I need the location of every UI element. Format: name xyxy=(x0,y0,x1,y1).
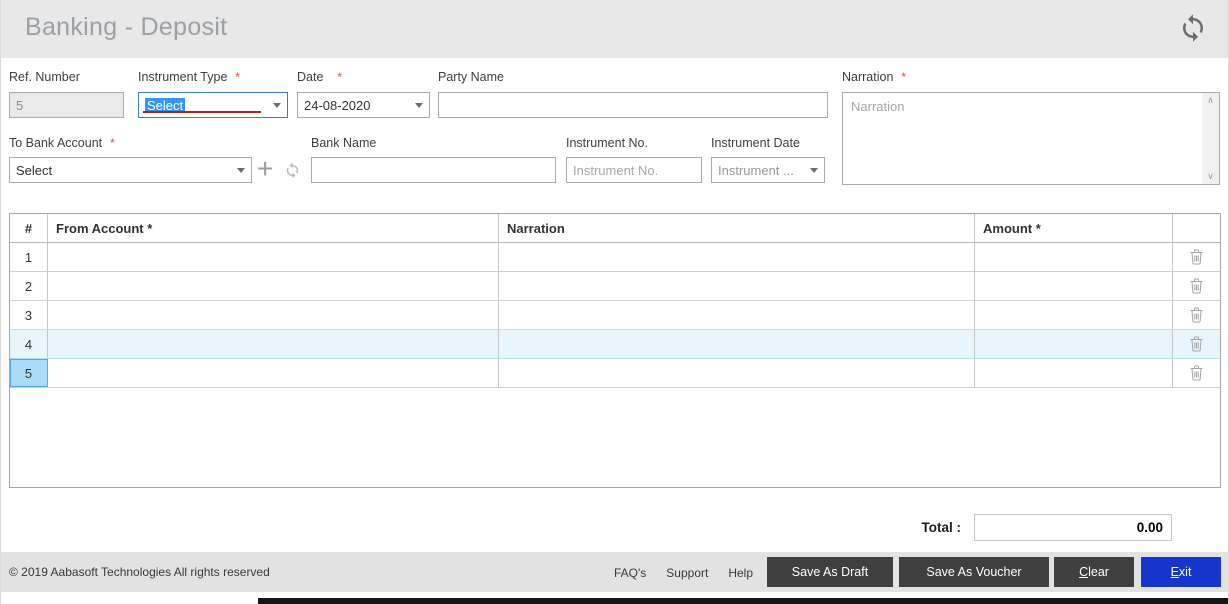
col-header-actions xyxy=(1173,214,1220,242)
help-link[interactable]: Help xyxy=(728,566,753,580)
delete-row-button[interactable] xyxy=(1173,330,1220,358)
required-asterisk: * xyxy=(235,70,241,84)
row-selector-cell[interactable]: 4 xyxy=(10,330,48,358)
narration-cell[interactable] xyxy=(499,243,975,271)
from-account-cell[interactable] xyxy=(48,301,499,329)
instrument-no-label: Instrument No. xyxy=(566,136,648,150)
narration-placeholder: Narration xyxy=(851,99,905,114)
chevron-down-icon xyxy=(415,102,423,108)
instrument-date-dropdown[interactable]: Instrument ... xyxy=(711,157,825,183)
delete-row-button[interactable] xyxy=(1173,243,1220,271)
narration-cell[interactable] xyxy=(499,301,975,329)
copyright-text: © 2019 Aabasoft Technologies All rights … xyxy=(9,565,270,579)
bank-name-input[interactable] xyxy=(311,157,556,183)
header-bar: Banking - Deposit xyxy=(1,0,1228,58)
total-label: Total : xyxy=(921,520,962,535)
table-row: 3 xyxy=(10,301,1220,330)
col-header-index: # xyxy=(10,214,48,242)
trash-icon xyxy=(1190,278,1203,294)
support-link[interactable]: Support xyxy=(666,566,708,580)
narration-cell[interactable] xyxy=(499,359,975,387)
reload-accounts-icon[interactable] xyxy=(284,162,301,179)
date-dropdown[interactable]: 24-08-2020 xyxy=(297,92,430,118)
exit-button[interactable]: Exit xyxy=(1141,557,1221,587)
row-selector-cell[interactable]: 2 xyxy=(10,272,48,300)
chevron-down-icon xyxy=(810,167,818,173)
ref-number-input xyxy=(9,92,124,118)
required-asterisk: * xyxy=(110,136,115,150)
row-selector-cell[interactable]: 3 xyxy=(10,301,48,329)
grid-header-row: # From Account * Narration Amount * xyxy=(10,214,1220,243)
narration-cell[interactable] xyxy=(499,272,975,300)
from-account-cell[interactable] xyxy=(48,330,499,358)
bank-name-label: Bank Name xyxy=(311,136,377,150)
instrument-no-input[interactable] xyxy=(566,157,702,183)
amount-cell[interactable] xyxy=(975,243,1173,271)
narration-label: Narration * xyxy=(842,70,907,84)
ref-number-label: Ref. Number xyxy=(9,70,80,84)
table-row: 1 xyxy=(10,243,1220,272)
party-name-label: Party Name xyxy=(438,70,504,84)
from-account-cell[interactable] xyxy=(48,272,499,300)
narration-cell[interactable] xyxy=(499,330,975,358)
footer-bar: © 2019 Aabasoft Technologies All rights … xyxy=(1,552,1228,592)
refresh-icon[interactable] xyxy=(1178,13,1208,43)
narration-textarea[interactable]: Narration ∧ ∨ xyxy=(842,92,1220,185)
required-asterisk: * xyxy=(337,70,343,84)
taskbar-edge xyxy=(258,598,1228,604)
col-header-from-account: From Account * xyxy=(48,214,499,242)
instrument-type-label: Instrument Type * xyxy=(138,70,241,84)
scroll-down-icon[interactable]: ∨ xyxy=(1207,172,1214,181)
party-name-input[interactable] xyxy=(438,92,828,118)
chevron-down-icon xyxy=(273,102,281,108)
deposit-lines-grid: # From Account * Narration Amount * 1 2 xyxy=(9,213,1221,488)
from-account-cell[interactable] xyxy=(48,243,499,271)
clear-button[interactable]: Clear xyxy=(1054,557,1134,587)
delete-row-button[interactable] xyxy=(1173,272,1220,300)
page-title: Banking - Deposit xyxy=(25,13,228,41)
instrument-date-label: Instrument Date xyxy=(711,136,800,150)
footer-links: FAQ's Support Help xyxy=(614,566,753,580)
amount-cell[interactable] xyxy=(975,301,1173,329)
amount-cell[interactable] xyxy=(975,272,1173,300)
required-asterisk: * xyxy=(901,70,907,84)
date-label: Date * xyxy=(297,70,343,84)
validation-error-underline xyxy=(143,111,261,113)
instrument-type-dropdown[interactable]: Select xyxy=(138,92,288,118)
total-input xyxy=(974,514,1172,541)
trash-icon xyxy=(1190,336,1203,352)
scrollbar[interactable]: ∧ ∨ xyxy=(1202,93,1219,184)
table-row: 2 xyxy=(10,272,1220,301)
trash-icon xyxy=(1190,365,1203,381)
save-as-draft-button[interactable]: Save As Draft xyxy=(767,557,893,587)
save-as-voucher-button[interactable]: Save As Voucher xyxy=(899,557,1049,587)
delete-row-button[interactable] xyxy=(1173,359,1220,387)
row-selector-cell-selected[interactable]: 5 xyxy=(10,359,48,387)
amount-cell[interactable] xyxy=(975,359,1173,387)
to-bank-account-dropdown[interactable]: Select xyxy=(9,157,252,183)
add-account-icon[interactable]: + xyxy=(257,155,273,183)
scroll-up-icon[interactable]: ∧ xyxy=(1207,96,1214,105)
row-selector-cell[interactable]: 1 xyxy=(10,243,48,271)
table-row-highlighted: 4 xyxy=(10,330,1220,359)
table-row-selected: 5 xyxy=(10,359,1220,388)
delete-row-button[interactable] xyxy=(1173,301,1220,329)
chevron-down-icon xyxy=(237,167,245,173)
faqs-link[interactable]: FAQ's xyxy=(614,566,646,580)
trash-icon xyxy=(1190,249,1203,265)
banking-deposit-window: Banking - Deposit Ref. Number Instrument… xyxy=(0,0,1229,604)
col-header-narration: Narration xyxy=(499,214,975,242)
from-account-cell[interactable] xyxy=(48,359,499,387)
trash-icon xyxy=(1190,307,1203,323)
col-header-amount: Amount * xyxy=(975,214,1173,242)
amount-cell[interactable] xyxy=(975,330,1173,358)
to-bank-account-label: To Bank Account * xyxy=(9,136,115,150)
